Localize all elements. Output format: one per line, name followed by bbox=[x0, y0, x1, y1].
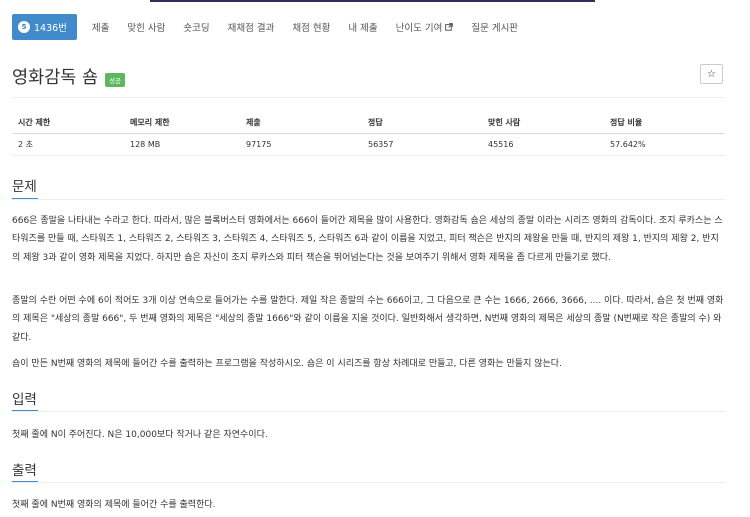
tab-problem-number[interactable]: 5 1436번 bbox=[12, 14, 77, 40]
accept-ratio-value: 57.642% bbox=[604, 133, 725, 156]
header-memory-limit: 메모리 제한 bbox=[124, 112, 240, 134]
solved-users-value: 45516 bbox=[482, 133, 604, 156]
tier-badge-icon: 5 bbox=[18, 21, 30, 33]
page-title: 영화감독 숌 bbox=[12, 68, 99, 88]
tab-my-submissions[interactable]: 내 제출 bbox=[339, 14, 386, 40]
table-header-row: 시간 제한 메모리 제한 제출 정답 맞힌 사람 정답 비율 bbox=[12, 112, 725, 134]
tab-submit[interactable]: 제출 bbox=[83, 14, 118, 40]
title-divider bbox=[12, 97, 725, 98]
external-link-icon bbox=[445, 23, 454, 31]
time-limit-value: 2 초 bbox=[12, 133, 124, 156]
table-row: 2 초 128 MB 97175 56357 45516 57.642% bbox=[12, 133, 725, 156]
submissions-value: 97175 bbox=[240, 133, 362, 156]
header-accepted: 정답 bbox=[362, 112, 482, 134]
output-divider bbox=[12, 482, 725, 483]
tab-problem-number-label: 1436번 bbox=[34, 23, 67, 34]
output-description: 첫째 줄에 N번째 영화의 제목에 들어간 수를 출력한다. bbox=[12, 500, 216, 510]
header-time-limit: 시간 제한 bbox=[12, 112, 124, 134]
star-icon: ☆ bbox=[707, 68, 716, 80]
memory-limit-value: 128 MB bbox=[124, 133, 240, 156]
header-solved-users: 맞힌 사람 bbox=[482, 112, 604, 134]
tab-board[interactable]: 질문 게시판 bbox=[462, 14, 527, 40]
status-badge: 성공 bbox=[105, 72, 126, 87]
tab-difficulty-contribution[interactable]: 난이도 기여 bbox=[387, 14, 463, 40]
tab-difficulty-contribution-label: 난이도 기여 bbox=[395, 23, 443, 34]
input-description: 첫째 줄에 N이 주어진다. N은 10,000보다 작거나 같은 자연수이다. bbox=[12, 430, 268, 440]
description-paragraph-3: 숌이 만든 N번째 영화의 제목에 들어간 수를 출력하는 프로그램을 작성하시… bbox=[12, 359, 562, 369]
problem-header: 영화감독 숌 성공 bbox=[12, 64, 126, 89]
tab-judge-status[interactable]: 채점 현황 bbox=[283, 14, 339, 40]
description-heading: 문제 bbox=[12, 179, 37, 195]
description-divider bbox=[12, 199, 725, 200]
problem-info-table: 시간 제한 메모리 제한 제출 정답 맞힌 사람 정답 비율 2 초 128 M… bbox=[12, 112, 725, 156]
tab-solved-users[interactable]: 맞힌 사람 bbox=[118, 14, 174, 40]
header-submissions: 제출 bbox=[240, 112, 362, 134]
output-heading: 출력 bbox=[12, 463, 37, 479]
top-bar bbox=[0, 0, 750, 2]
description-paragraph-2: 종말의 수란 어떤 수에 6이 적어도 3개 이상 연속으로 들어가는 수를 말… bbox=[12, 296, 724, 343]
accepted-value: 56357 bbox=[362, 133, 482, 156]
problem-tabs: 5 1436번 제출 맞힌 사람 숏코딩 재채점 결과 채점 현황 내 제출 난… bbox=[12, 14, 527, 40]
tab-rejudge-results[interactable]: 재채점 결과 bbox=[219, 14, 284, 40]
tab-shortest[interactable]: 숏코딩 bbox=[174, 14, 218, 40]
input-heading: 입력 bbox=[12, 392, 37, 408]
description-paragraph-1: 666은 종말을 나타내는 수라고 한다. 따라서, 많은 블록버스터 영화에서… bbox=[12, 216, 723, 263]
top-bar-accent bbox=[150, 0, 595, 2]
input-divider bbox=[12, 411, 725, 412]
star-button[interactable]: ☆ bbox=[700, 64, 723, 84]
header-accept-ratio: 정답 비율 bbox=[604, 112, 725, 134]
